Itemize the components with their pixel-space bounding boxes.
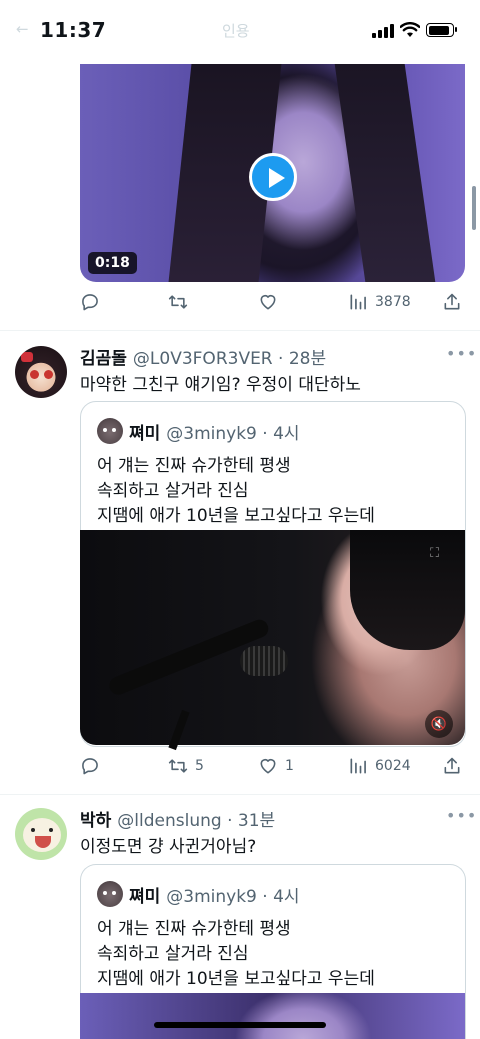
mute-icon[interactable]: 🔇 bbox=[425, 710, 453, 738]
share-icon bbox=[444, 757, 460, 774]
quote-user-name: 쪄미 bbox=[129, 886, 161, 907]
like-count: 1 bbox=[285, 758, 294, 774]
quote-line: 속죄하고 살거라 진심 bbox=[97, 481, 249, 501]
back-arrow-faint: ← bbox=[16, 20, 29, 38]
tweet-actions: 5 1 6024 bbox=[80, 756, 465, 780]
retweet-button[interactable] bbox=[168, 292, 188, 312]
quote-header: 쪄미 @3minyk9 · 4시 bbox=[97, 418, 300, 444]
quote-line: 어 걔는 진짜 슈가한테 평생 bbox=[97, 456, 291, 476]
tweet-video[interactable]: 0:18 bbox=[80, 64, 465, 282]
like-icon bbox=[260, 294, 276, 310]
quote-line: 어 걔는 진짜 슈가한테 평생 bbox=[97, 919, 291, 939]
tweet-header: 김곰돌 @L0V3FOR3VER · 28분 bbox=[80, 344, 326, 369]
expand-icon: ⛶ bbox=[430, 546, 440, 561]
share-button[interactable] bbox=[442, 292, 462, 312]
home-indicator[interactable] bbox=[154, 1022, 326, 1028]
user-handle[interactable]: @lldenslung · 31분 bbox=[117, 806, 275, 831]
scrollbar[interactable] bbox=[472, 186, 476, 230]
tweet-divider bbox=[0, 330, 480, 331]
retweet-icon bbox=[168, 295, 188, 309]
video-duration: 0:18 bbox=[88, 252, 137, 274]
user-name[interactable]: 김곰돌 bbox=[80, 344, 127, 369]
like-button[interactable] bbox=[258, 292, 278, 312]
quote-user-name: 쪄미 bbox=[129, 423, 161, 444]
avatar[interactable] bbox=[15, 808, 67, 860]
views-count: 3878 bbox=[375, 294, 411, 310]
quote-user-handle: @3minyk9 · 4시 bbox=[166, 886, 300, 907]
tweet-text: 이정도면 걍 사귄거아님? bbox=[80, 837, 257, 857]
reply-button[interactable] bbox=[80, 756, 100, 776]
views-icon bbox=[350, 294, 366, 310]
like-button[interactable]: 1 bbox=[258, 756, 294, 776]
reply-button[interactable] bbox=[80, 292, 100, 312]
share-icon bbox=[444, 293, 460, 310]
wifi-icon bbox=[400, 22, 420, 37]
quote-text: 어 걔는 진짜 슈가한테 평생 속죄하고 살거라 진심 지땜에 애가 10년을 … bbox=[97, 454, 375, 529]
header-title-faint: 인용 bbox=[222, 22, 250, 40]
play-icon[interactable] bbox=[249, 153, 297, 201]
signal-icon bbox=[372, 24, 394, 38]
quote-avatar bbox=[97, 418, 123, 444]
reply-icon bbox=[82, 294, 98, 311]
like-icon bbox=[260, 758, 276, 774]
user-name[interactable]: 박하 bbox=[80, 806, 111, 831]
quote-text: 어 걔는 진짜 슈가한테 평생 속죄하고 살거라 진심 지땜에 애가 10년을 … bbox=[97, 917, 375, 992]
more-icon[interactable]: ••• bbox=[446, 344, 477, 363]
quote-header: 쪄미 @3minyk9 · 4시 bbox=[97, 881, 300, 907]
retweet-icon bbox=[168, 759, 188, 773]
quote-video[interactable]: ⛶ 🔇 bbox=[80, 530, 465, 751]
reply-icon bbox=[82, 758, 98, 775]
views-button[interactable]: 6024 bbox=[348, 756, 411, 776]
tweet-text: 마약한 그친구 얘기임? 우정이 대단하노 bbox=[80, 375, 361, 395]
views-count: 6024 bbox=[375, 758, 411, 774]
share-button[interactable] bbox=[442, 756, 462, 776]
tweet-divider bbox=[0, 794, 480, 795]
status-time: 11:37 bbox=[40, 18, 107, 42]
avatar[interactable] bbox=[15, 346, 67, 398]
tweet-header: 박하 @lldenslung · 31분 bbox=[80, 806, 275, 831]
quote-avatar bbox=[97, 881, 123, 907]
user-handle[interactable]: @L0V3FOR3VER · 28분 bbox=[133, 344, 326, 369]
retweet-button[interactable]: 5 bbox=[168, 756, 204, 776]
status-bar: ← 11:37 인용 bbox=[0, 0, 480, 62]
quote-line: 지땜에 애가 10년을 보고싶다고 우는데 bbox=[97, 969, 375, 989]
quote-line: 지땜에 애가 10년을 보고싶다고 우는데 bbox=[97, 506, 375, 526]
quote-video[interactable] bbox=[80, 993, 465, 1039]
views-button[interactable]: 3878 bbox=[348, 292, 411, 312]
quote-user-handle: @3minyk9 · 4시 bbox=[166, 423, 300, 444]
views-icon bbox=[350, 758, 366, 774]
battery-icon bbox=[426, 23, 457, 37]
quote-line: 속죄하고 살거라 진심 bbox=[97, 944, 249, 964]
more-icon[interactable]: ••• bbox=[446, 806, 477, 825]
retweet-count: 5 bbox=[195, 758, 204, 774]
tweet-actions: 3878 bbox=[80, 292, 465, 316]
